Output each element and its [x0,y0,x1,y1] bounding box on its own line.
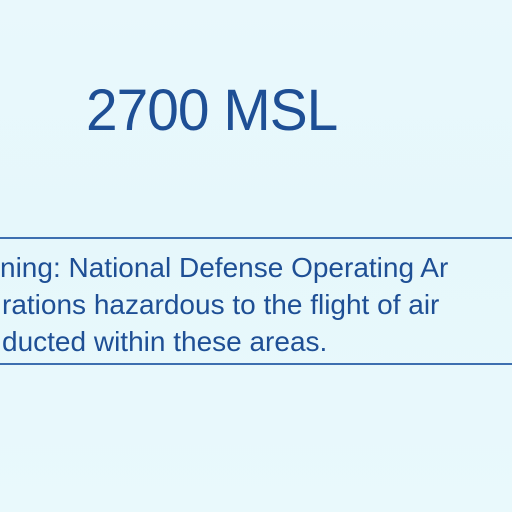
warning-line: ning: National Defense Operating Ar [0,252,449,283]
warning-line: ducted within these areas. [2,326,328,357]
altitude-label: 2700 MSL [86,78,338,143]
sectional-chart-fragment: 2700 MSL ning: National Defense Operatin… [0,0,512,512]
warning-notice-text: ning: National Defense Operating Ar rati… [0,249,512,360]
warning-line: rations hazardous to the flight of air [2,289,440,320]
warning-notice-box: ning: National Defense Operating Ar rati… [0,237,512,365]
